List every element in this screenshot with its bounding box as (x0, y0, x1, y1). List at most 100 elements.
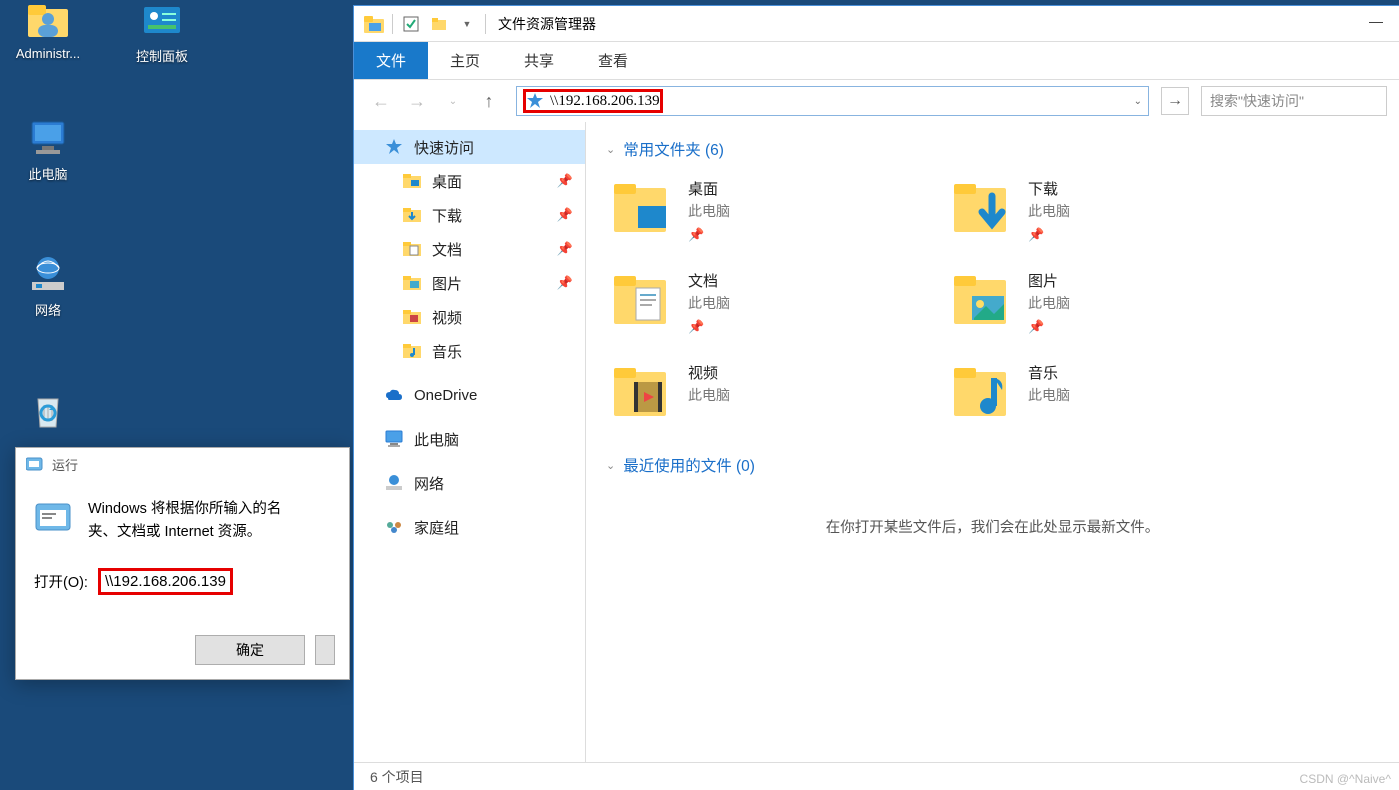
run-big-icon (34, 498, 74, 538)
tab-file[interactable]: 文件 (354, 42, 428, 79)
search-input[interactable]: 搜索"快速访问" (1201, 86, 1387, 116)
control-panel-icon (138, 0, 186, 42)
nav-bar: ← → ⌄ ↑ \\192.168.206.139 ⌄ → 搜索"快速访问" (354, 80, 1399, 122)
explorer-window: ▼ 文件资源管理器 — 文件 主页 共享 查看 ← → ⌄ ↑ \\192.16… (353, 5, 1399, 790)
folder-tile-picture[interactable]: 图片此电脑 📌 (946, 266, 1286, 358)
onedrive-icon (384, 385, 404, 405)
tab-share[interactable]: 共享 (502, 42, 576, 79)
pin-icon: 📌 (557, 173, 573, 189)
explorer-app-icon (360, 10, 388, 38)
tab-view[interactable]: 查看 (576, 42, 650, 79)
tile-location: 此电脑 (688, 201, 730, 221)
sidebar-this-pc[interactable]: 此电脑 (354, 422, 585, 456)
network-icon (24, 254, 72, 296)
network-icon (384, 473, 404, 493)
folder-icon (950, 362, 1010, 426)
address-text[interactable]: \\192.168.206.139 (550, 93, 660, 110)
folder-icon (610, 362, 670, 426)
tile-name: 桌面 (688, 178, 730, 199)
nav-history-dropdown[interactable]: ⌄ (438, 86, 468, 116)
tile-location: 此电脑 (1028, 385, 1070, 405)
desktop-icon-recycle-bin[interactable] (8, 390, 88, 436)
address-highlight: \\192.168.206.139 (523, 89, 663, 113)
sidebar: 快速访问 桌面📌 下载📌 文档📌 图片📌 视频 音乐 OneDrive 此电脑 … (354, 122, 586, 762)
sidebar-onedrive[interactable]: OneDrive (354, 378, 585, 412)
desktop-icon-administrator[interactable]: Administr... (8, 0, 88, 61)
folder-icon (950, 178, 1010, 242)
address-bar[interactable]: \\192.168.206.139 ⌄ (516, 86, 1149, 116)
tile-name: 图片 (1028, 270, 1070, 291)
this-pc-icon (384, 429, 404, 449)
pin-icon: 📌 (1028, 227, 1070, 243)
folder-tile-document[interactable]: 文档此电脑📌 (606, 266, 946, 358)
sidebar-quick-access[interactable]: 快速访问 (354, 130, 585, 164)
tile-name: 文档 (688, 270, 730, 291)
run-icon (26, 456, 44, 472)
tile-location: 此电脑 (688, 385, 730, 405)
pin-icon: 📌 (557, 207, 573, 223)
folder-icon (402, 205, 422, 225)
folder-icon (950, 270, 1010, 334)
nav-up-button[interactable]: ↑ (474, 86, 504, 116)
desktop-icon-control-panel[interactable]: 控制面板 (122, 0, 202, 65)
chevron-down-icon: ⌄ (606, 459, 615, 472)
nav-back-button[interactable]: ← (366, 86, 396, 116)
tile-location: 此电脑 (1028, 201, 1070, 221)
sidebar-item-desktop[interactable]: 桌面📌 (354, 164, 585, 198)
sidebar-item-downloads[interactable]: 下载📌 (354, 198, 585, 232)
pin-icon: 📌 (1028, 319, 1070, 335)
tile-name: 音乐 (1028, 362, 1070, 383)
run-titlebar[interactable]: 运行 (16, 448, 349, 480)
pin-icon: 📌 (557, 241, 573, 257)
quick-access-star-icon (526, 92, 544, 110)
run-dialog: 运行 Windows 将根据你所输入的名 夹、文档或 Internet 资源。 … (15, 447, 350, 680)
folder-icon (402, 239, 422, 259)
tab-home[interactable]: 主页 (428, 42, 502, 79)
pin-icon: 📌 (688, 319, 730, 335)
quick-access-star-icon (384, 137, 404, 157)
sidebar-item-music[interactable]: 音乐 (354, 334, 585, 368)
address-dropdown-icon[interactable]: ⌄ (1134, 96, 1142, 107)
sidebar-network[interactable]: 网络 (354, 466, 585, 500)
this-pc-icon (24, 118, 72, 160)
sidebar-homegroup[interactable]: 家庭组 (354, 510, 585, 544)
folder-icon (402, 171, 422, 191)
sidebar-item-videos[interactable]: 视频 (354, 300, 585, 334)
section-frequent-folders[interactable]: ⌄ 常用文件夹 (6) (606, 138, 1379, 160)
desktop-icon-this-pc[interactable]: 此电脑 (8, 118, 88, 183)
run-input-highlight: \\192.168.206.139 (98, 568, 233, 595)
sidebar-item-documents[interactable]: 文档📌 (354, 232, 585, 266)
qat-properties-icon[interactable] (397, 10, 425, 38)
folder-icon (610, 270, 670, 334)
qat-dropdown-icon[interactable]: ▼ (453, 10, 481, 38)
minimize-button[interactable]: — (1353, 6, 1399, 36)
run-cancel-button[interactable] (315, 635, 335, 665)
folder-tile-desktop[interactable]: 桌面此电脑📌 (606, 174, 946, 266)
run-input[interactable]: \\192.168.206.139 (105, 573, 226, 590)
folder-tile-download[interactable]: 下载此电脑📌 (946, 174, 1286, 266)
run-open-label: 打开(O): (34, 571, 88, 592)
sidebar-item-pictures[interactable]: 图片📌 (354, 266, 585, 300)
folder-tile-video[interactable]: 视频此电脑 (606, 358, 946, 450)
folder-icon (402, 273, 422, 293)
tile-location: 此电脑 (1028, 293, 1070, 313)
watermark: CSDN @^Naive^ (1300, 772, 1391, 786)
desktop-icon-network[interactable]: 网络 (8, 254, 88, 319)
explorer-title: 文件资源管理器 (498, 14, 596, 34)
folder-tile-music[interactable]: 音乐此电脑 (946, 358, 1286, 450)
folder-icon (402, 307, 422, 327)
run-ok-button[interactable]: 确定 (195, 635, 305, 665)
recycle-bin-icon (24, 390, 72, 432)
ribbon-tabs: 文件 主页 共享 查看 (354, 42, 1399, 80)
status-bar: 6 个项目 (354, 762, 1399, 790)
go-refresh-button[interactable]: → (1161, 87, 1189, 115)
section-recent-files[interactable]: ⌄ 最近使用的文件 (0) (606, 454, 1379, 476)
chevron-down-icon: ⌄ (606, 143, 615, 156)
explorer-titlebar[interactable]: ▼ 文件资源管理器 — (354, 6, 1399, 42)
recent-files-empty-message: 在你打开某些文件后，我们会在此处显示最新文件。 (606, 516, 1379, 537)
nav-forward-button[interactable]: → (402, 86, 432, 116)
qat-new-folder-icon[interactable] (425, 10, 453, 38)
tile-name: 视频 (688, 362, 730, 383)
frequent-folders-grid: 桌面此电脑📌下载此电脑📌文档此电脑📌图片此电脑📌视频此电脑音乐此电脑 (606, 174, 1379, 450)
folder-icon (402, 341, 422, 361)
